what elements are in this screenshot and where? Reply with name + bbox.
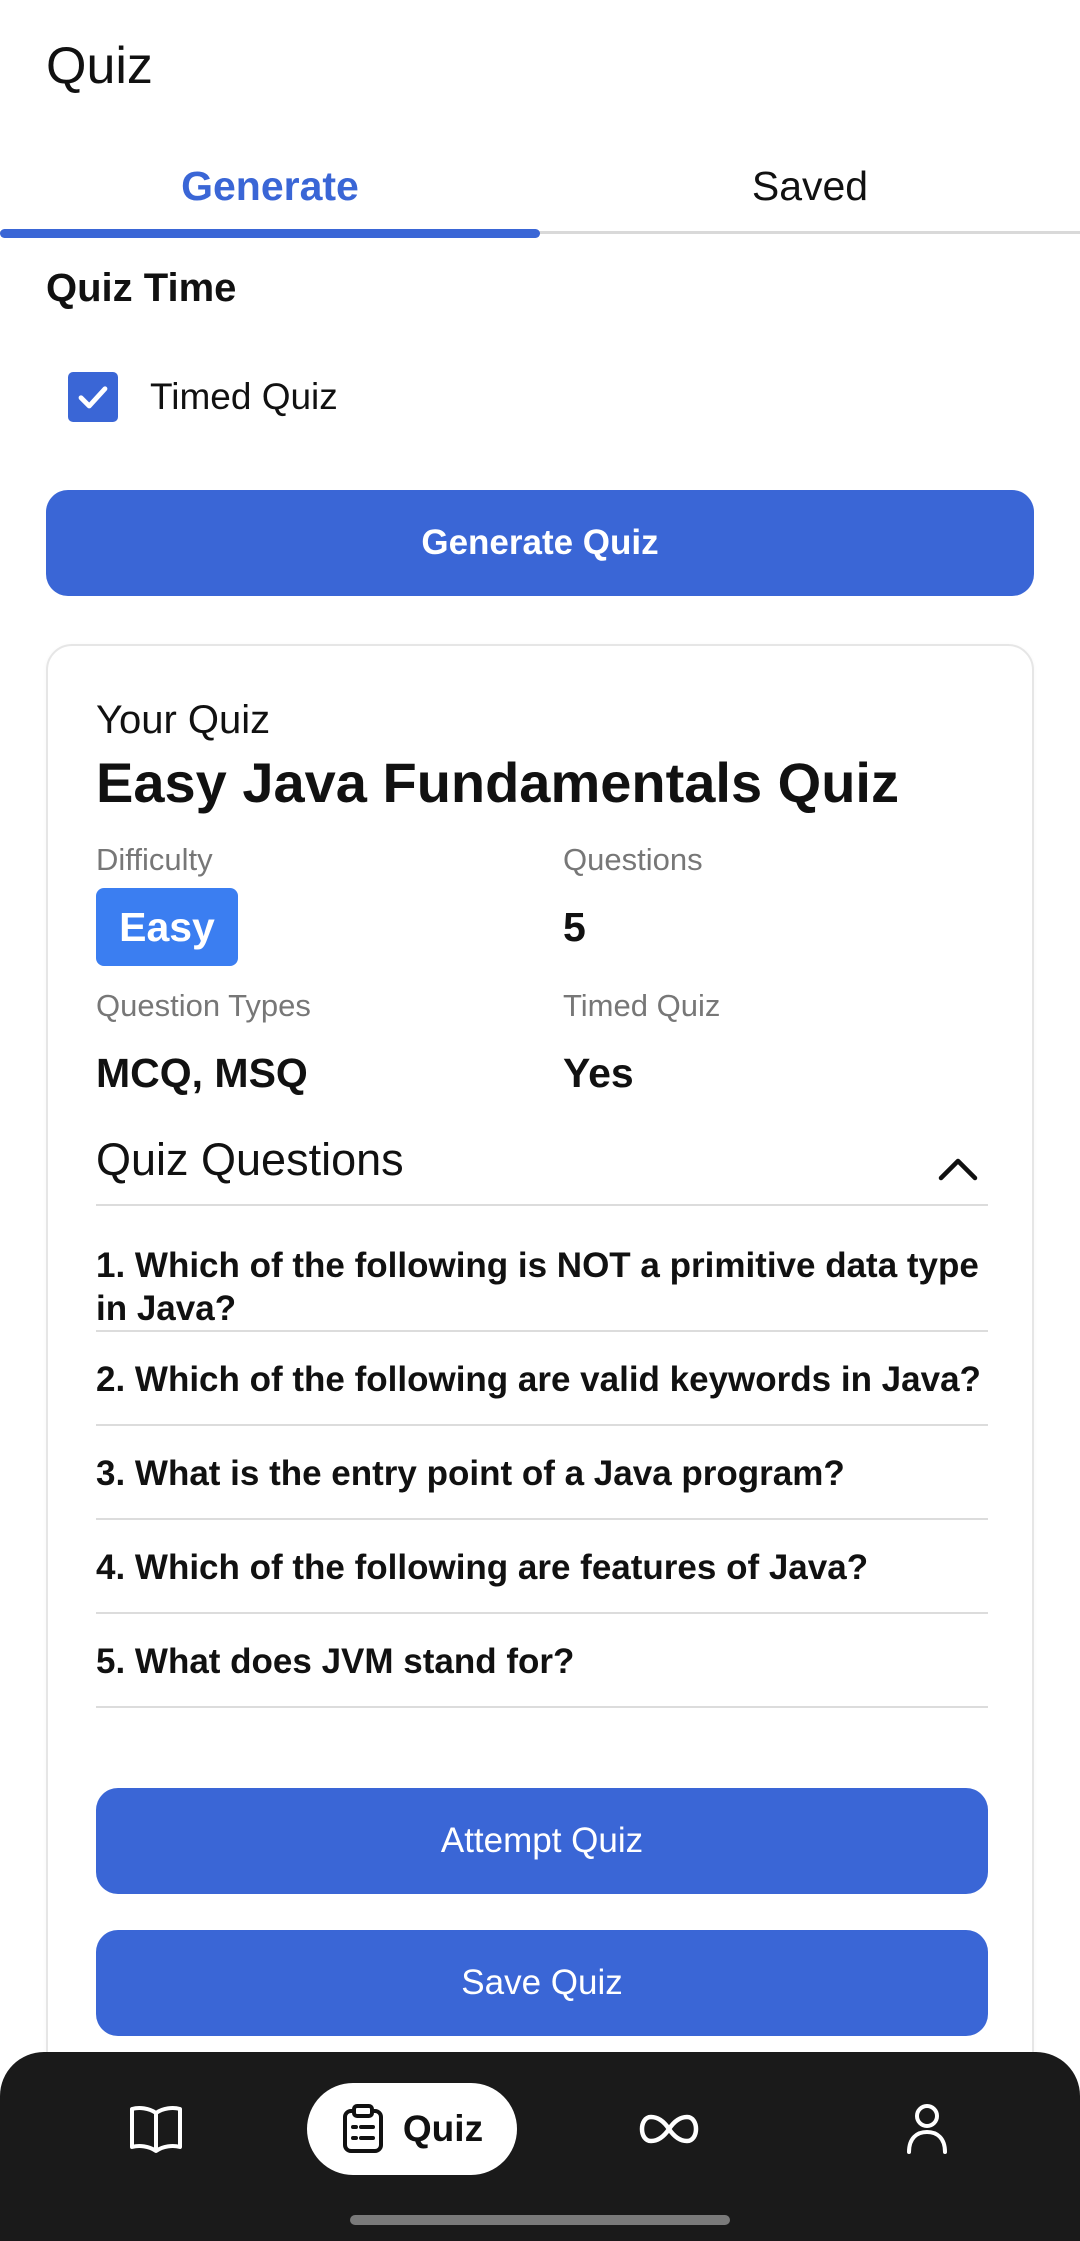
bottom-navigation: Quiz [0, 2052, 1080, 2241]
timed-quiz-label: Timed Quiz [150, 376, 338, 417]
timed-quiz-meta-value: Yes [563, 1050, 634, 1096]
book-icon [130, 2106, 182, 2153]
quiz-card: Your Quiz Easy Java Fundamentals Quiz Di… [46, 644, 1034, 2104]
question-list: 1. Which of the following is NOT a primi… [96, 1236, 988, 1708]
nav-quiz-label: Quiz [402, 2108, 484, 2149]
checkmark-icon [78, 386, 108, 409]
quiz-title: Easy Java Fundamentals Quiz [96, 751, 899, 814]
attempt-quiz-button[interactable]: Attempt Quiz [96, 1788, 988, 1894]
question-item: 1. Which of the following is NOT a primi… [96, 1236, 988, 1332]
question-item: 5. What does JVM stand for? [96, 1614, 988, 1708]
question-types-label: Question Types [96, 988, 311, 1023]
nav-item-learn[interactable] [111, 2093, 201, 2165]
question-item: 3. What is the entry point of a Java pro… [96, 1426, 988, 1520]
nav-item-profile[interactable] [882, 2093, 972, 2165]
card-label: Your Quiz [96, 698, 271, 742]
timed-quiz-checkbox[interactable] [68, 372, 118, 422]
quiz-questions-heading: Quiz Questions [96, 1134, 404, 1185]
save-quiz-button[interactable]: Save Quiz [96, 1930, 988, 2036]
home-indicator [350, 2215, 730, 2225]
questions-count-value: 5 [563, 904, 586, 950]
question-item: 4. Which of the following are features o… [96, 1520, 988, 1614]
chevron-up-icon[interactable] [936, 1150, 980, 1186]
question-item: 2. Which of the following are valid keyw… [96, 1332, 988, 1426]
tab-bar: Generate Saved [0, 140, 1080, 238]
timed-quiz-option[interactable]: Timed Quiz [68, 372, 338, 422]
quiz-questions-toggle[interactable]: Quiz Questions [96, 1134, 988, 1206]
timed-quiz-meta-label: Timed Quiz [563, 988, 721, 1023]
difficulty-label: Difficulty [96, 842, 213, 877]
nav-item-quiz[interactable]: Quiz [307, 2083, 517, 2175]
tab-generate[interactable]: Generate [0, 140, 540, 238]
quiz-time-heading: Quiz Time [46, 266, 237, 310]
infinity-icon [639, 2114, 699, 2144]
nav-item-infinite[interactable] [624, 2093, 714, 2165]
page-title: Quiz [46, 37, 153, 95]
generate-quiz-button[interactable]: Generate Quiz [46, 490, 1034, 596]
questions-count-label: Questions [563, 842, 703, 877]
person-icon [907, 2104, 947, 2154]
tab-saved[interactable]: Saved [540, 140, 1080, 232]
question-types-value: MCQ, MSQ [96, 1050, 308, 1096]
clipboard-icon [342, 2104, 383, 2153]
difficulty-badge: Easy [96, 888, 238, 966]
